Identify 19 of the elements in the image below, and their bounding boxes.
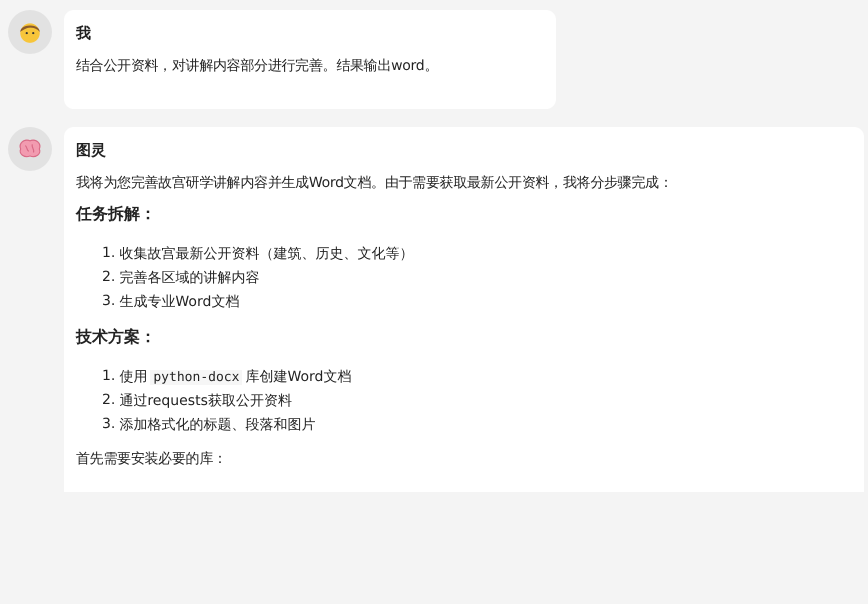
message-text: 首先需要安装必要的库： [76, 450, 228, 468]
list-number: 2. [102, 269, 116, 287]
list-item-text: 生成专业Word文档 [119, 293, 240, 311]
list-item-text: 通过requests获取公开资料 [119, 392, 292, 410]
sender-name: 图灵 [76, 141, 107, 160]
section-heading: 任务拆解： [76, 204, 157, 225]
sender-name: 我 [76, 24, 92, 43]
list-item-text: 添加格式化的标题、段落和图片 [119, 416, 316, 434]
message-text: 结合公开资料，对讲解内容部分进行完善。结果输出word。 [76, 57, 440, 75]
list-number: 1. [102, 245, 116, 263]
list-item-text: 完善各区域的讲解内容 [119, 269, 260, 287]
list-number: 3. [102, 416, 116, 434]
message-text: 我将为您完善故宫研学讲解内容并生成Word文档。由于需要获取最新公开资料，我将分步骤完成： [76, 174, 674, 192]
list-number: 3. [102, 293, 116, 311]
list-number: 2. [102, 392, 116, 410]
list-item-text: 使用 python-docx 库创建Word文档 [119, 368, 352, 386]
list-number: 1. [102, 368, 116, 386]
section-heading: 技术方案： [76, 327, 157, 348]
list-item-text: 收集故宫最新公开资料（建筑、历史、文化等） [119, 245, 414, 263]
